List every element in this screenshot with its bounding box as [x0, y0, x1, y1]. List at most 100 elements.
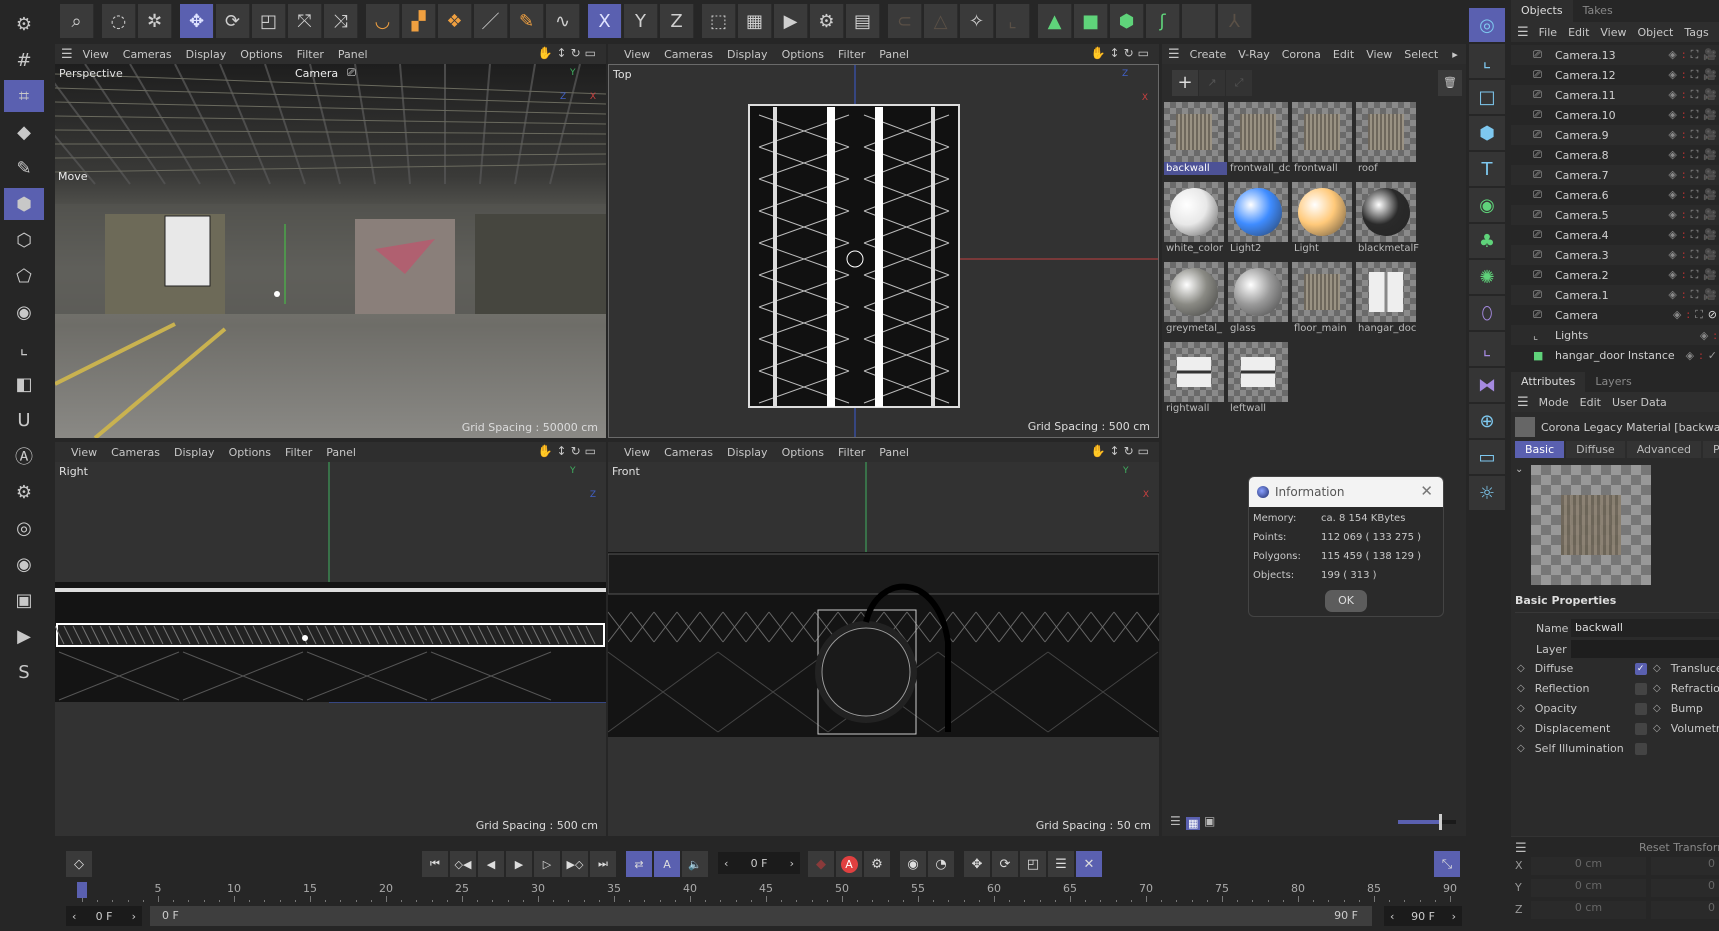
object-name[interactable]: Camera.11: [1555, 89, 1616, 102]
layer-icon[interactable]: ◈: [1668, 288, 1676, 302]
key-scale-button[interactable]: ◰: [1020, 851, 1046, 877]
menu-panel[interactable]: Panel: [338, 48, 368, 61]
dolly-icon[interactable]: ↕: [557, 46, 571, 60]
paint-multi-button[interactable]: ❖: [438, 4, 472, 38]
large-view-icon[interactable]: ▣: [1204, 814, 1215, 828]
object-name[interactable]: Camera.6: [1555, 189, 1609, 202]
visibility-dots-icon[interactable]: :: [1682, 148, 1686, 162]
object-name[interactable]: Camera.9: [1555, 129, 1609, 142]
layer-icon[interactable]: ◈: [1668, 248, 1676, 262]
channel-checkbox[interactable]: [1634, 682, 1647, 695]
generator-button[interactable]: ◉: [1469, 188, 1505, 222]
material-swatch[interactable]: rightwall: [1164, 342, 1224, 418]
rotate-button[interactable]: ⟳: [216, 4, 250, 38]
menu-icon[interactable]: ☰: [1517, 395, 1529, 410]
material-swatch[interactable]: floor_main: [1292, 262, 1352, 338]
protection-tag-icon[interactable]: ⛶: [1691, 208, 1699, 222]
null-object-button[interactable]: ⌞: [1469, 44, 1505, 78]
layer-icon[interactable]: ◈: [1668, 228, 1676, 242]
prev-arrow-icon[interactable]: ‹: [724, 857, 728, 870]
layer-icon[interactable]: ◈: [1668, 268, 1676, 282]
magnet-button[interactable]: U: [4, 404, 44, 436]
autokey-button[interactable]: A: [836, 851, 862, 877]
maximize-view-icon[interactable]: ▭: [1138, 444, 1153, 458]
object-row[interactable]: ⎚ Camera.4 ◈: ⛶ 🎥: [1511, 225, 1719, 245]
object-name[interactable]: Camera.1: [1555, 289, 1609, 302]
maximize-view-icon[interactable]: ▭: [585, 444, 600, 458]
object-row[interactable]: ⎚ Camera.7 ◈: ⛶ 🎥: [1511, 165, 1719, 185]
brush-button[interactable]: ／: [474, 4, 508, 38]
apply-material-icon[interactable]: ↗: [1199, 70, 1225, 96]
pan-icon[interactable]: ✋: [538, 444, 557, 458]
pan-icon[interactable]: ✋: [538, 46, 557, 60]
subtab-preview[interactable]: Preview: [1703, 441, 1719, 458]
previous-frame-button[interactable]: ◀: [478, 851, 504, 877]
material-swatch[interactable]: glass: [1228, 262, 1288, 338]
camera-tag-icon[interactable]: 🎥: [1703, 48, 1717, 62]
menu-panel[interactable]: Panel: [326, 446, 356, 459]
keyframe-diamond-icon[interactable]: ◇: [1517, 743, 1525, 754]
visibility-dots-icon[interactable]: :: [1682, 108, 1686, 122]
protection-tag-icon[interactable]: ⛶: [1691, 168, 1699, 182]
record-button[interactable]: ◆: [808, 851, 834, 877]
material-swatch[interactable]: frontwall_dc: [1228, 102, 1291, 178]
menu-mode[interactable]: Mode: [1539, 396, 1569, 409]
protection-tag-icon[interactable]: ⛶: [1691, 248, 1699, 262]
material-swatch[interactable]: frontwall: [1292, 102, 1352, 178]
camera-tag-icon[interactable]: 🎥: [1703, 188, 1717, 202]
material-swatch[interactable]: backwall: [1164, 102, 1227, 178]
camera-tag-icon[interactable]: 🎥: [1703, 108, 1717, 122]
axis-mode-button[interactable]: ◉: [4, 296, 44, 328]
menu-options[interactable]: Options: [229, 446, 271, 459]
corona-proxy-button[interactable]: ■: [1074, 4, 1108, 38]
render-view-button[interactable]: ▦: [738, 4, 772, 38]
menu-panel[interactable]: Panel: [879, 446, 909, 459]
new-material-button[interactable]: +: [1172, 70, 1198, 96]
go-to-end-button[interactable]: ⏭: [590, 851, 616, 877]
deformer-button[interactable]: ✺: [1469, 260, 1505, 294]
material-swatch[interactable]: leftwall: [1228, 342, 1288, 418]
material-swatch[interactable]: Light2: [1228, 182, 1288, 258]
protection-tag-icon[interactable]: ⛶: [1695, 308, 1703, 322]
rotation-y-field[interactable]: 0: [1651, 879, 1719, 897]
orbit-icon[interactable]: ↻: [571, 46, 585, 60]
object-row[interactable]: ⎚ Camera ◈: ⛶ ⊘: [1511, 305, 1719, 325]
keyframe-diamond-icon[interactable]: ◇: [1517, 663, 1525, 674]
playhead[interactable]: [77, 882, 87, 898]
ok-button[interactable]: OK: [1325, 590, 1367, 612]
object-row[interactable]: ⎚ Camera.3 ◈: ⛶ 🎥: [1511, 245, 1719, 265]
model-mode-button[interactable]: ⬠: [4, 260, 44, 292]
layer-icon[interactable]: ◈: [1700, 329, 1708, 342]
keyframe-diamond-icon[interactable]: ◇: [1517, 723, 1525, 734]
disabled-tag-icon[interactable]: ⊘: [1708, 308, 1717, 322]
layer-icon[interactable]: ◈: [1668, 148, 1676, 162]
end-frame-field[interactable]: ‹ 90 F ›: [1384, 906, 1462, 926]
pan-icon[interactable]: ✋: [1091, 46, 1110, 60]
keyframe-diamond-icon[interactable]: ◇: [1653, 683, 1661, 694]
protection-tag-icon[interactable]: ⛶: [1691, 68, 1699, 82]
visibility-dots-icon[interactable]: :: [1682, 288, 1686, 302]
menu-filter[interactable]: Filter: [297, 48, 324, 61]
points-mode-button[interactable]: ◆: [4, 116, 44, 148]
orbit-icon[interactable]: ↻: [571, 444, 585, 458]
polygon-pen-button[interactable]: △: [924, 4, 958, 38]
link-button[interactable]: ⊂: [888, 4, 922, 38]
layer-icon[interactable]: ◈: [1668, 128, 1676, 142]
live-selection-button[interactable]: ◌: [102, 4, 136, 38]
current-frame-field[interactable]: ‹ 0 F ›: [718, 852, 800, 874]
material-swatch[interactable]: greymetal_: [1164, 262, 1224, 338]
coordinate-system-button[interactable]: ⬚: [702, 4, 736, 38]
object-row[interactable]: ■ hangar_door Instance ◈: ✓: [1511, 345, 1719, 365]
layer-field[interactable]: [1571, 640, 1719, 658]
paint-point-button[interactable]: ▞: [402, 4, 436, 38]
more-menu-icon[interactable]: ▸: [1452, 48, 1458, 61]
key-settings-button[interactable]: ⚙: [864, 851, 890, 877]
texture-mode-button[interactable]: ◧: [4, 368, 44, 400]
camera-tag-icon[interactable]: 🎥: [1703, 228, 1717, 242]
corona-s-button[interactable]: S: [4, 656, 44, 688]
keyframe-diamond-icon[interactable]: ◇: [1653, 663, 1661, 674]
camera-icon[interactable]: ⎚: [347, 66, 356, 80]
camera-tag-icon[interactable]: 🎥: [1703, 88, 1717, 102]
grid-button[interactable]: #: [4, 44, 44, 76]
object-row[interactable]: ⎚ Camera.13 ◈: ⛶ 🎥: [1511, 45, 1719, 65]
